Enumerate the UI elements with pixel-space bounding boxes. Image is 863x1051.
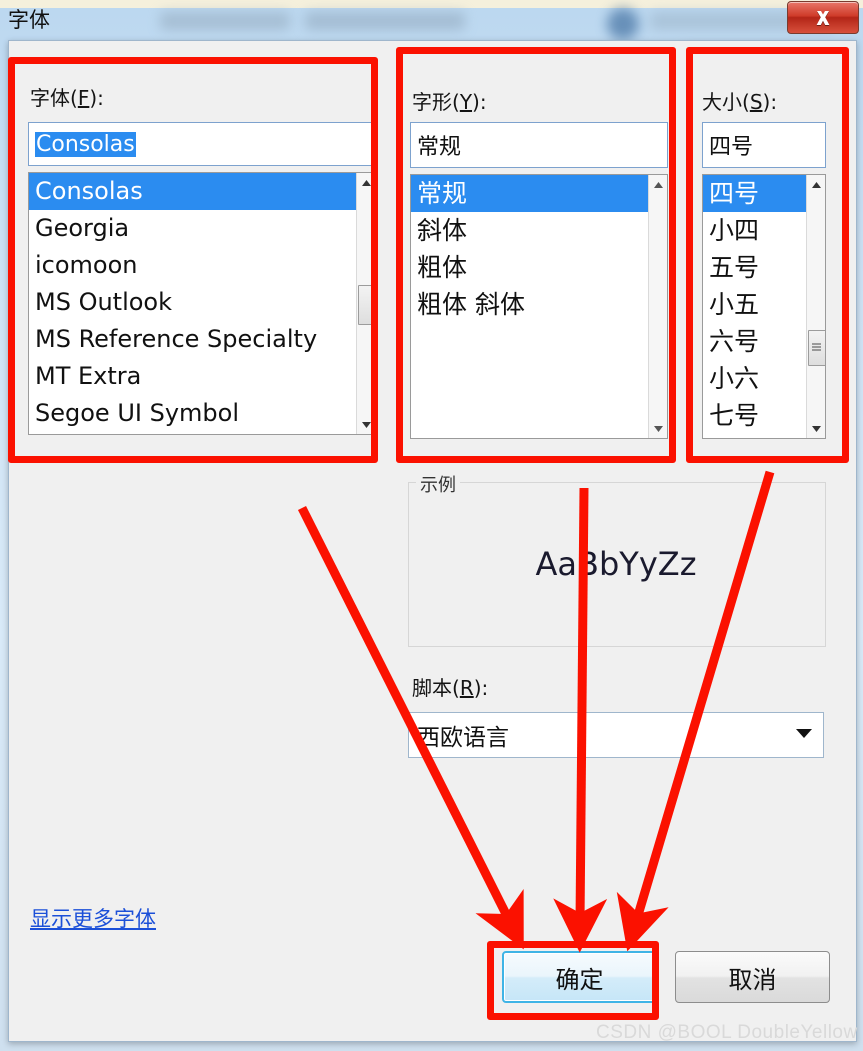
list-item[interactable]: 常规 <box>411 175 649 212</box>
size-listbox[interactable]: 四号 小四 五号 小五 六号 小六 七号 <box>702 174 826 439</box>
script-dropdown[interactable]: 西欧语言 <box>408 712 824 758</box>
background-window-topbar <box>0 0 863 8</box>
scroll-up-icon[interactable] <box>357 173 375 192</box>
size-list-scroll-thumb[interactable] <box>808 330 825 366</box>
size-input[interactable]: 四号 <box>702 122 826 168</box>
list-item[interactable]: 小六 <box>703 360 807 397</box>
font-list-scroll-thumb[interactable] <box>358 285 375 325</box>
list-item[interactable]: 七号 <box>703 397 807 434</box>
list-item[interactable]: 四号 <box>703 175 807 212</box>
list-item[interactable]: 斜体 <box>411 212 649 249</box>
size-list-scrollbar[interactable] <box>806 175 825 438</box>
size-label: 大小(S): <box>702 90 778 114</box>
list-item[interactable]: icomoon <box>29 247 357 284</box>
list-item[interactable]: 六号 <box>703 323 807 360</box>
blurred-text-2 <box>305 12 465 30</box>
style-input[interactable]: 常规 <box>410 122 668 168</box>
list-item[interactable]: Georgia <box>29 210 357 247</box>
list-item[interactable]: 粗体 斜体 <box>411 286 649 323</box>
font-input-value: Consolas <box>35 131 136 157</box>
list-item[interactable]: Segoe UI Symbol <box>29 395 357 432</box>
scroll-down-icon[interactable] <box>649 419 667 438</box>
scroll-down-icon[interactable] <box>807 419 825 438</box>
font-list-items: Consolas Georgia icomoon MS Outlook MS R… <box>29 173 357 434</box>
font-listbox[interactable]: Consolas Georgia icomoon MS Outlook MS R… <box>28 172 376 435</box>
scroll-up-icon[interactable] <box>649 175 667 194</box>
list-item[interactable]: 粗体 <box>411 249 649 286</box>
scroll-up-icon[interactable] <box>807 175 825 194</box>
style-input-value: 常规 <box>417 135 462 160</box>
show-more-fonts-link[interactable]: 显示更多字体 <box>30 903 156 933</box>
script-dropdown-value: 西欧语言 <box>417 725 509 751</box>
list-item[interactable]: 小四 <box>703 212 807 249</box>
size-list-items: 四号 小四 五号 小五 六号 小六 七号 <box>703 175 807 438</box>
ok-button[interactable]: 确定 <box>502 951 657 1003</box>
sample-preview-text: AaBbYyZz <box>535 544 697 583</box>
scroll-down-icon[interactable] <box>357 415 375 434</box>
list-item[interactable]: Consolas <box>29 173 357 210</box>
list-item[interactable]: 小五 <box>703 286 807 323</box>
list-item[interactable]: MS Outlook <box>29 284 357 321</box>
style-list-items: 常规 斜体 粗体 粗体 斜体 <box>411 175 649 438</box>
style-label: 字形(Y): <box>412 90 487 114</box>
blurred-avatar <box>607 8 639 40</box>
watermark: CSDN @BOOL DoubleYellow <box>596 1022 858 1043</box>
chevron-down-icon[interactable] <box>795 726 813 744</box>
scroll-thumb-grip-icon <box>812 343 821 353</box>
size-input-value: 四号 <box>709 135 754 160</box>
style-list-scrollbar[interactable] <box>648 175 667 438</box>
font-list-scrollbar[interactable] <box>356 173 375 434</box>
font-input[interactable]: Consolas <box>28 122 376 166</box>
cancel-button[interactable]: 取消 <box>675 951 830 1003</box>
list-item[interactable]: 五号 <box>703 249 807 286</box>
script-label: 脚本(R): <box>412 676 489 700</box>
list-item[interactable]: MS Reference Specialty <box>29 321 357 358</box>
blurred-text-1 <box>160 12 290 30</box>
style-listbox[interactable]: 常规 斜体 粗体 粗体 斜体 <box>410 174 668 439</box>
page-title: 字体 <box>8 8 50 32</box>
list-item[interactable]: MT Extra <box>29 358 357 395</box>
font-label: 字体(F): <box>30 86 104 110</box>
close-icon[interactable] <box>787 1 859 34</box>
